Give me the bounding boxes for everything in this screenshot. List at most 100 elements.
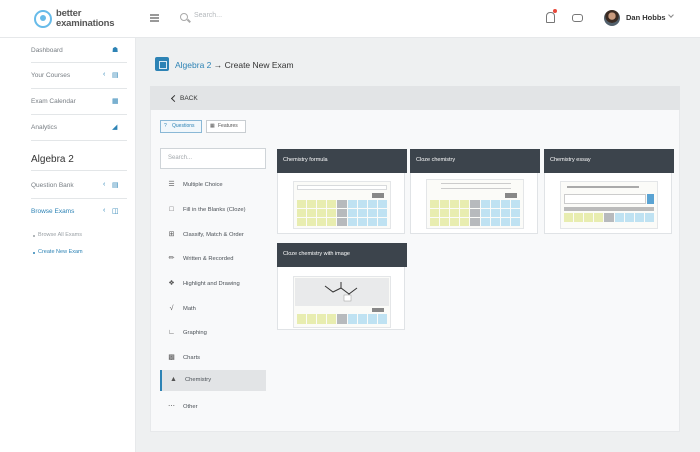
- logo-mark-icon: [34, 10, 52, 28]
- category-other[interactable]: ⋯ Other: [160, 397, 266, 418]
- essay-preview-image: [560, 181, 658, 229]
- category-label: Multiple Choice: [183, 182, 223, 188]
- chem-keypad-preview: [297, 314, 387, 324]
- top-bar: better examinations Search... Dan Hobbs: [0, 0, 700, 38]
- formula-input-preview: [297, 185, 387, 190]
- sidebar-item-browse-exams[interactable]: Browse Exams: [31, 208, 74, 215]
- course-section-title: Algebra 2: [31, 154, 74, 165]
- grid-icon: ⊞: [168, 231, 175, 238]
- questions-tab-label: Questions: [172, 123, 195, 129]
- category-chemistry[interactable]: ▲ Chemistry: [160, 370, 266, 391]
- bar-chart-icon: ▩: [168, 354, 175, 361]
- category-label: Classify, Match & Order: [183, 232, 244, 238]
- flask-icon: ▲: [170, 376, 177, 383]
- sidebar-subitem-create-new-exam[interactable]: Create New Exam: [38, 249, 83, 255]
- exams-icon: ◫: [112, 208, 119, 215]
- features-tab-label: Features: [218, 123, 238, 129]
- chart-icon: ◢: [112, 124, 118, 131]
- question-mark-icon: ?: [164, 123, 167, 129]
- card-header: Chemistry formula: [277, 149, 407, 173]
- category-charts[interactable]: ▩ Charts: [160, 348, 266, 369]
- sidebar-divider: [31, 88, 127, 89]
- essay-side-button-preview: [647, 194, 654, 204]
- chem-keypad-preview: [564, 213, 654, 222]
- logo[interactable]: better examinations: [34, 8, 118, 30]
- chevron-down-icon[interactable]: [668, 12, 674, 18]
- page-title: Algebra 2 → Create New Exam: [175, 60, 294, 70]
- category-highlight-drawing[interactable]: ❖ Highlight and Drawing: [160, 274, 266, 295]
- pencil-icon: ✏: [168, 255, 175, 262]
- sidebar-divider: [31, 114, 127, 115]
- card-header: Cloze chemistry: [410, 149, 540, 173]
- notification-bell-icon[interactable]: [546, 12, 555, 23]
- highlight-icon: ❖: [168, 280, 175, 287]
- sidebar-item-your-courses[interactable]: Your Courses: [31, 72, 70, 79]
- sidebar-divider: [31, 140, 127, 141]
- sidebar-item-exam-calendar[interactable]: Exam Calendar: [31, 98, 76, 105]
- back-button[interactable]: BACK: [180, 95, 198, 102]
- features-tab[interactable]: ▦ Features: [206, 120, 246, 133]
- card-title: Cloze chemistry: [416, 157, 456, 163]
- cloze-equation-preview: [441, 183, 511, 189]
- sidebar: Dashboard ☗ Your Courses ‹ ▤ Exam Calend…: [0, 38, 136, 452]
- questions-tab[interactable]: ? Questions: [160, 120, 202, 133]
- bullet-icon: [33, 252, 35, 254]
- sidebar-divider: [31, 198, 127, 199]
- category-fill-in-the-blanks[interactable]: □ Fill in the Blanks (Cloze): [160, 200, 266, 221]
- category-label: Chemistry: [185, 377, 212, 383]
- back-bar[interactable]: [150, 86, 680, 110]
- messages-icon[interactable]: [572, 14, 583, 22]
- blank-box-icon: □: [169, 206, 174, 213]
- question-type-card[interactable]: Chemistry formula: [277, 149, 407, 234]
- calendar-icon: ▦: [112, 98, 119, 105]
- breadcrumb-arrow: →: [213, 60, 223, 70]
- question-type-card[interactable]: Cloze chemistry with image: [277, 243, 407, 330]
- cloze-image-preview: [293, 276, 391, 328]
- chem-keypad-preview: [430, 200, 520, 226]
- question-type-card[interactable]: Chemistry essay: [544, 149, 674, 234]
- logo-text-line2: examinations: [56, 18, 115, 29]
- category-classify-match-order[interactable]: ⊞ Classify, Match & Order: [160, 225, 266, 246]
- category-label: Other: [183, 404, 198, 410]
- essay-prompt-preview: [567, 186, 639, 188]
- notification-badge: [553, 9, 557, 13]
- card-title: Chemistry essay: [550, 157, 591, 163]
- sidebar-subitem-browse-all-exams[interactable]: Browse All Exams: [38, 232, 82, 238]
- breadcrumb-course-link[interactable]: Algebra 2: [175, 60, 211, 70]
- cloze-preview-image: [426, 179, 524, 229]
- courses-icon: ▤: [112, 72, 119, 79]
- category-label: Math: [183, 306, 196, 312]
- sidebar-divider: [31, 62, 127, 63]
- chevron-left-icon[interactable]: ‹: [103, 71, 105, 78]
- menu-icon[interactable]: [150, 14, 159, 22]
- question-type-search-input[interactable]: Search...: [160, 148, 266, 169]
- molecule-structure-icon: [324, 282, 358, 302]
- sidebar-item-analytics[interactable]: Analytics: [31, 124, 57, 131]
- category-label: Graphing: [183, 330, 207, 336]
- bullet-icon: [33, 235, 35, 237]
- user-avatar[interactable]: [604, 10, 620, 26]
- category-graphing[interactable]: ∟ Graphing: [160, 323, 266, 344]
- home-icon: ☗: [112, 47, 119, 54]
- question-type-card[interactable]: Cloze chemistry: [410, 149, 540, 234]
- card-header: Chemistry essay: [544, 149, 674, 173]
- chevron-left-icon[interactable]: ‹: [103, 207, 105, 214]
- card-title: Chemistry formula: [283, 157, 328, 163]
- sidebar-divider: [31, 170, 127, 171]
- category-multiple-choice[interactable]: ☰ Multiple Choice: [160, 175, 266, 196]
- category-written-recorded[interactable]: ✏ Written & Recorded: [160, 249, 266, 270]
- graph-icon: ∟: [168, 329, 175, 336]
- chem-keypad-preview: [297, 200, 387, 226]
- category-math[interactable]: √ Math: [160, 299, 266, 320]
- list-icon: ☰: [168, 181, 175, 188]
- breadcrumb-current: Create New Exam: [224, 60, 294, 70]
- formula-preview-image: [293, 181, 391, 229]
- more-icon: ⋯: [168, 403, 175, 410]
- search-icon[interactable]: [180, 13, 188, 21]
- user-name[interactable]: Dan Hobbs: [626, 13, 666, 22]
- features-icon: ▦: [210, 123, 215, 129]
- sidebar-item-dashboard[interactable]: Dashboard: [31, 47, 63, 54]
- chevron-left-icon[interactable]: ‹: [103, 181, 105, 188]
- sidebar-item-question-bank[interactable]: Question Bank: [31, 182, 74, 189]
- global-search-input[interactable]: Search...: [194, 12, 222, 19]
